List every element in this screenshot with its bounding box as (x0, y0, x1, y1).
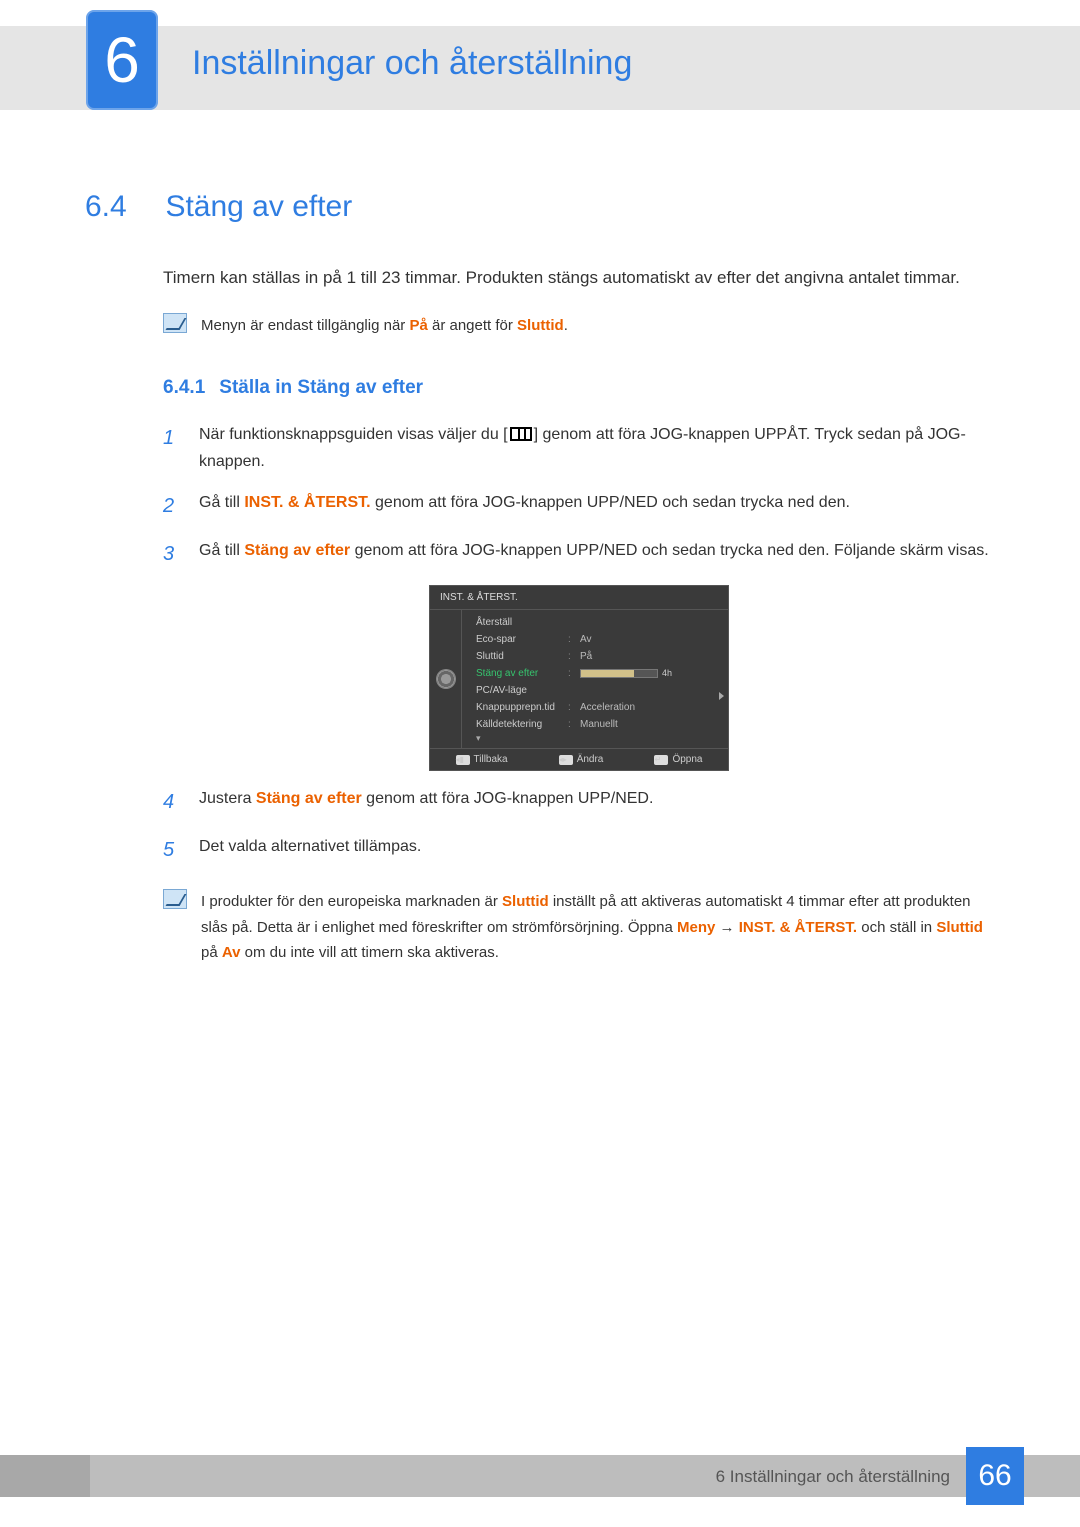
section-title: Stäng av efter (165, 190, 352, 223)
osd-row-selected: Stäng av efter:4h (462, 665, 728, 682)
section-heading: 6.4 Stäng av efter (85, 190, 995, 224)
change-key-icon: ◂▸ (559, 755, 573, 765)
section-number: 6.4 (85, 190, 161, 224)
down-arrow-icon: ▾ (462, 733, 728, 744)
chapter-badge: 6 (86, 10, 158, 110)
step-4: 4 Justera Stäng av efter genom att föra … (163, 785, 995, 819)
osd-row: Återställ (462, 614, 728, 631)
note-icon (163, 889, 187, 909)
intro-paragraph: Timern kan ställas in på 1 till 23 timma… (163, 264, 995, 291)
page-content: 6.4 Stäng av efter Timern kan ställas in… (85, 190, 995, 966)
osd-title: INST. & ÅTERST. (430, 586, 728, 610)
note-1: Menyn är endast tillgänglig när På är an… (163, 313, 995, 339)
osd-row: Eco-spar:Av (462, 631, 728, 648)
note-2-text: I produkter för den europeiska marknaden… (201, 889, 995, 966)
right-arrow-icon (719, 692, 724, 700)
footer-label: 6 Inställningar och återställning (716, 1467, 950, 1487)
footer-accent (0, 1455, 90, 1497)
osd-sidebar (430, 610, 462, 748)
step-5: 5 Det valda alternativet tillämpas. (163, 833, 995, 867)
subsection-number: 6.4.1 (163, 377, 205, 399)
osd-row: Källdetektering:Manuellt (462, 716, 728, 733)
osd-list: Återställ Eco-spar:Av Sluttid:På Stäng a… (462, 610, 728, 748)
back-key-icon: ◂▮ (456, 755, 470, 765)
osd-row: Knappupprepn.tid:Acceleration (462, 699, 728, 716)
osd-screenshot: INST. & ÅTERST. Återställ Eco-spar:Av Sl… (429, 585, 729, 771)
osd-row: PC/AV-läge (462, 682, 728, 699)
gear-icon (437, 670, 455, 688)
step-3: 3 Gå till Stäng av efter genom att föra … (163, 537, 995, 571)
step-2: 2 Gå till INST. & ÅTERST. genom att föra… (163, 489, 995, 523)
osd-footer: ◂▮Tillbaka ◂▸Ändra ↵Öppna (430, 748, 728, 770)
slider-icon (580, 669, 658, 678)
osd-row: Sluttid:På (462, 648, 728, 665)
menu-icon (510, 427, 532, 441)
subsection-heading: 6.4.1 Ställa in Stäng av efter (163, 377, 995, 399)
step-1: 1 När funktionsknappsguiden visas väljer… (163, 421, 995, 475)
steps-list: 1 När funktionsknappsguiden visas väljer… (163, 421, 995, 867)
note-2: I produkter för den europeiska marknaden… (163, 889, 995, 966)
note-icon (163, 313, 187, 333)
page-number-badge: 66 (966, 1447, 1024, 1505)
subsection-title: Ställa in Stäng av efter (219, 377, 423, 399)
chapter-number: 6 (104, 23, 140, 97)
open-key-icon: ↵ (654, 755, 668, 765)
note-1-text: Menyn är endast tillgänglig när På är an… (201, 313, 568, 339)
chapter-title: Inställningar och återställning (192, 44, 632, 83)
